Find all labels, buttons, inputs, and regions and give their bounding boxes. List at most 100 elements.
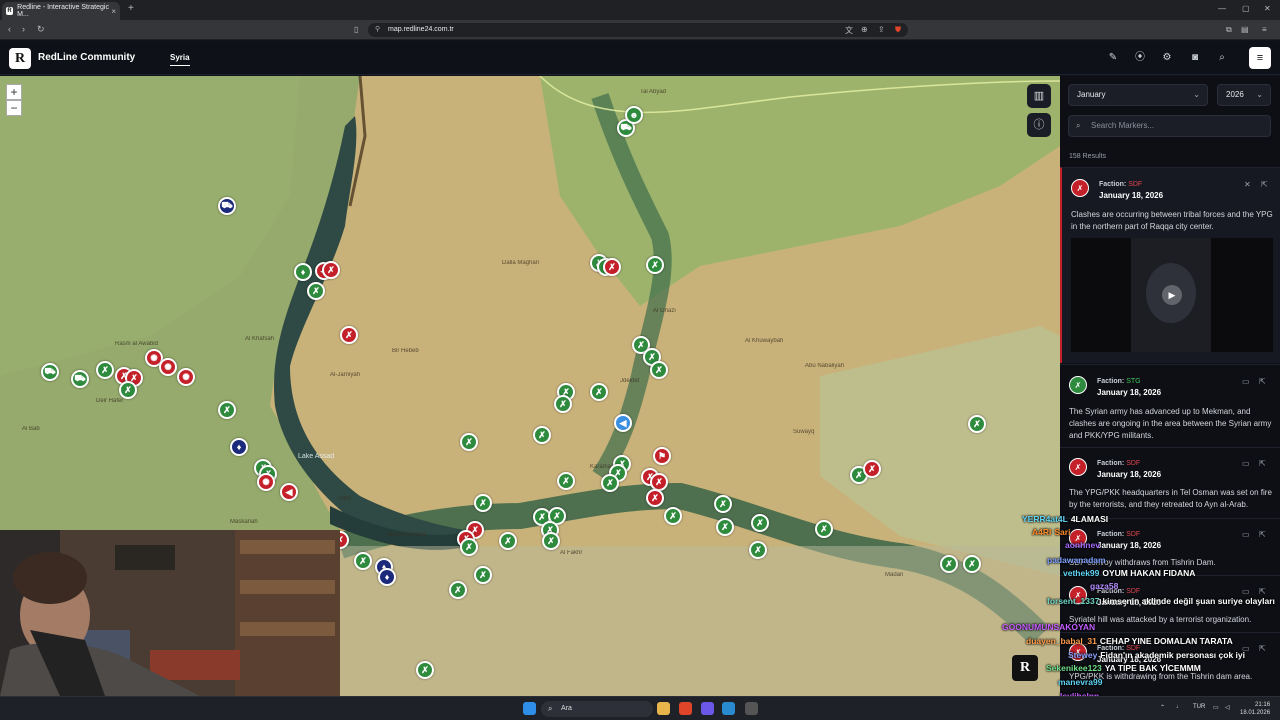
settings-gear-icon[interactable]: ⚙ (1161, 52, 1173, 64)
system-clock[interactable]: 21:16 18.01.2026 (1240, 701, 1270, 717)
bookmark-icon[interactable]: ▯ (354, 25, 358, 34)
redline-logo[interactable]: R (9, 48, 31, 69)
clash-marker[interactable]: ✗ (968, 415, 986, 433)
clash-marker[interactable]: ✗ (940, 555, 958, 573)
back-icon[interactable]: ‹ (8, 24, 11, 34)
open-external-icon[interactable]: ⇱ (1259, 530, 1266, 539)
tray-chevron-icon[interactable]: ⌃ (1160, 704, 1165, 711)
megaphone-marker[interactable]: ◀ (614, 414, 632, 432)
event-card[interactable]: ✗ Faction: SDF January 18, 2026 ▭ ⇱ The … (1060, 447, 1280, 517)
clash-marker[interactable]: ✗ (460, 433, 478, 451)
group-marker[interactable]: ☻ (625, 106, 643, 124)
network-icon[interactable]: ▭ (1213, 704, 1219, 711)
tab-syria[interactable]: Syria (170, 53, 190, 66)
clash-marker[interactable]: ✗ (601, 474, 619, 492)
clash-marker[interactable]: ✗ (650, 361, 668, 379)
clash-marker[interactable]: ✗ (664, 507, 682, 525)
telegram-icon[interactable] (722, 702, 735, 715)
clash-marker[interactable]: ✗ (307, 282, 325, 300)
play-icon[interactable]: ▶ (1162, 285, 1182, 305)
event-card[interactable]: ✗ Faction: SDF January 18, 2026 ▭ ⇱ YPG/… (1060, 632, 1280, 696)
video-icon[interactable]: ▭ (1242, 459, 1250, 468)
close-icon[interactable]: ✕ (1244, 180, 1251, 189)
site-info-icon[interactable]: ⚲ (375, 23, 380, 37)
new-tab-icon[interactable]: + (128, 3, 134, 14)
minimize-icon[interactable]: — (1218, 4, 1226, 13)
explosion-marker[interactable]: ✺ (177, 368, 195, 386)
search-icon[interactable]: ⌕ (1216, 52, 1228, 64)
video-icon[interactable]: ▭ (1242, 644, 1250, 653)
browser-menu-icon[interactable]: ≡ (1262, 25, 1267, 34)
clash-marker[interactable]: ✗ (354, 552, 372, 570)
clash-marker[interactable]: ✗ (751, 514, 769, 532)
clash-marker[interactable]: ✗ (716, 518, 734, 536)
clash-marker[interactable]: ✗ (322, 261, 340, 279)
video-icon[interactable]: ▭ (1242, 530, 1250, 539)
file-explorer-icon[interactable] (657, 702, 670, 715)
zoom-out-button[interactable]: − (6, 100, 22, 116)
clash-marker[interactable]: ✗ (714, 495, 732, 513)
obs-icon[interactable] (745, 702, 758, 715)
language-indicator[interactable]: TUR (1193, 704, 1205, 710)
translate-icon[interactable]: 文 (845, 25, 853, 36)
clash-marker[interactable]: ✗ (119, 381, 137, 399)
discord-icon[interactable] (701, 702, 714, 715)
event-card[interactable]: ✗ Faction: STG January 18, 2026 ▭ ⇱ The … (1060, 364, 1280, 446)
clash-marker[interactable]: ✗ (749, 541, 767, 559)
marker-search-input[interactable]: ⌕ Search Markers... (1068, 115, 1271, 137)
clash-marker[interactable]: ✗ (863, 460, 881, 478)
video-icon[interactable]: ▭ (1242, 587, 1250, 596)
drone-marker[interactable]: ♦ (378, 568, 396, 586)
clash-marker[interactable]: ✗ (416, 661, 434, 679)
month-select[interactable]: January ⌄ (1068, 84, 1208, 106)
clash-marker[interactable]: ✗ (449, 581, 467, 599)
hamburger-menu-button[interactable]: ≡ (1249, 47, 1271, 69)
event-video[interactable]: ▶ (1071, 238, 1273, 352)
clash-marker[interactable]: ✗ (340, 326, 358, 344)
url-field[interactable]: ⚲ map.redline24.com.tr (368, 23, 908, 37)
open-external-icon[interactable]: ⇱ (1259, 377, 1266, 386)
close-window-icon[interactable]: ✕ (1264, 4, 1271, 13)
clash-marker[interactable]: ✗ (474, 566, 492, 584)
video-icon[interactable]: ▭ (1242, 377, 1250, 386)
clash-marker[interactable]: ✗ (554, 395, 572, 413)
brave-browser-icon[interactable] (679, 702, 692, 715)
mic-icon[interactable]: ♩ (1176, 704, 1182, 710)
truck-marker[interactable]: ⛟ (41, 363, 59, 381)
close-tab-icon[interactable]: × (111, 7, 116, 16)
clash-marker[interactable]: ✗ (646, 256, 664, 274)
forward-icon[interactable]: › (22, 24, 25, 34)
megaphone-marker[interactable]: ◀ (280, 483, 298, 501)
clash-marker[interactable]: ✗ (542, 532, 560, 550)
year-select[interactable]: 2026 ⌄ (1217, 84, 1271, 106)
draw-tool-icon[interactable]: ✎ (1107, 52, 1119, 64)
clash-marker[interactable]: ✗ (815, 520, 833, 538)
reload-icon[interactable]: ↻ (37, 24, 45, 35)
event-card[interactable]: ✗ Faction: SDF January 18, 2026 ▭ ⇱ SDF … (1060, 518, 1280, 574)
flag-marker[interactable]: ⚑ (653, 447, 671, 465)
open-external-icon[interactable]: ⇱ (1261, 180, 1268, 189)
map-layers-button[interactable]: ▥ (1027, 84, 1051, 108)
volume-icon[interactable]: ◁ (1225, 704, 1230, 711)
zoom-icon[interactable]: ⊕ (861, 25, 868, 34)
clash-marker[interactable]: ✗ (646, 489, 664, 507)
drone-marker[interactable]: ♦ (230, 438, 248, 456)
open-external-icon[interactable]: ⇱ (1259, 459, 1266, 468)
taskbar-search[interactable]: ⌕ Ara (541, 701, 653, 717)
drone-marker[interactable]: ♦ (294, 263, 312, 281)
camera-icon[interactable]: ◙ (1189, 52, 1201, 64)
zoom-in-button[interactable]: + (6, 84, 22, 100)
clash-marker[interactable]: ✗ (499, 532, 517, 550)
browser-tab[interactable]: R Redline - Interactive Strategic M... × (2, 2, 120, 20)
explosion-marker[interactable]: ✺ (159, 358, 177, 376)
windows-start-icon[interactable] (523, 702, 536, 715)
clash-marker[interactable]: ✗ (590, 383, 608, 401)
clash-marker[interactable]: ✗ (218, 401, 236, 419)
clash-marker[interactable]: ✗ (963, 555, 981, 573)
extensions-icon[interactable]: ⧉ (1226, 25, 1232, 35)
brave-shield-icon[interactable]: ⛊ (895, 25, 901, 35)
truck-marker[interactable]: ⛟ (71, 370, 89, 388)
clash-marker[interactable]: ✗ (460, 538, 478, 556)
clash-marker[interactable]: ✗ (96, 361, 114, 379)
share-icon[interactable]: ⇪ (878, 25, 885, 34)
